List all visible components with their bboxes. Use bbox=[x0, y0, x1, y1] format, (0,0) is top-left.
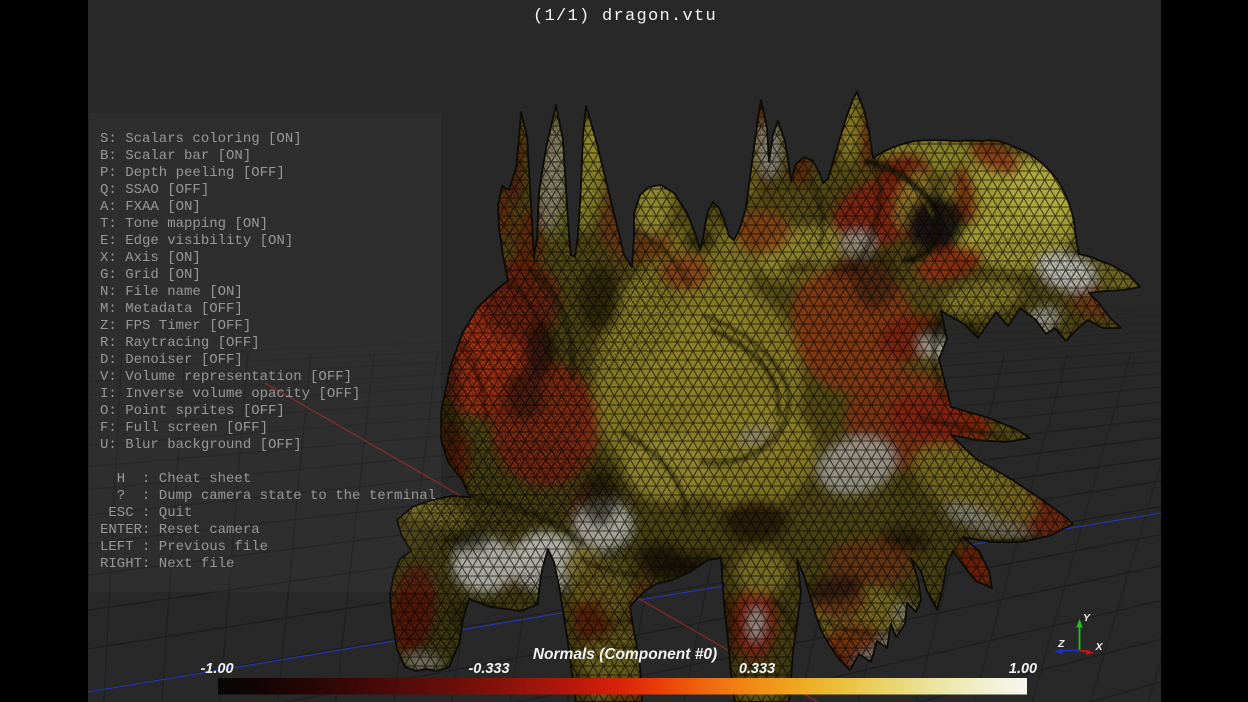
svg-text:RIGHT: Next file: RIGHT: Next file bbox=[100, 556, 234, 572]
svg-text:A: FXAA [ON]: A: FXAA [ON] bbox=[100, 199, 201, 215]
svg-text:T: Tone mapping [ON]: T: Tone mapping [ON] bbox=[100, 216, 268, 232]
svg-text:Z: Z bbox=[1057, 638, 1065, 650]
svg-text:Normals (Component #0): Normals (Component #0) bbox=[533, 646, 717, 663]
svg-text:S: Scalars coloring [ON]: S: Scalars coloring [ON] bbox=[100, 131, 302, 147]
svg-text:V: Volume representation [OFF]: V: Volume representation [OFF] bbox=[100, 369, 352, 385]
svg-text:B: Scalar bar [ON]: B: Scalar bar [ON] bbox=[100, 148, 251, 164]
svg-text:X: X bbox=[1095, 641, 1104, 653]
svg-text:I: Inverse volume opacity [OFF: I: Inverse volume opacity [OFF] bbox=[100, 386, 360, 402]
svg-text:ESC : Quit: ESC : Quit bbox=[100, 505, 192, 521]
svg-text:(1/1) dragon.vtu: (1/1) dragon.vtu bbox=[533, 7, 717, 26]
svg-text:R: Raytracing [OFF]: R: Raytracing [OFF] bbox=[100, 335, 260, 351]
svg-text:O: Point sprites [OFF]: O: Point sprites [OFF] bbox=[100, 403, 285, 419]
svg-text:-1.00: -1.00 bbox=[200, 661, 233, 677]
svg-text:N: File name [ON]: N: File name [ON] bbox=[100, 284, 243, 300]
svg-text:0.333: 0.333 bbox=[739, 661, 775, 677]
svg-text:G: Grid [ON]: G: Grid [ON] bbox=[100, 267, 201, 283]
svg-text:U: Blur background [OFF]: U: Blur background [OFF] bbox=[100, 437, 302, 453]
svg-text:D: Denoiser [OFF]: D: Denoiser [OFF] bbox=[100, 352, 243, 368]
svg-text:Q: SSAO [OFF]: Q: SSAO [OFF] bbox=[100, 182, 209, 198]
svg-text:F: Full screen [OFF]: F: Full screen [OFF] bbox=[100, 420, 268, 436]
svg-text:E: Edge visibility [ON]: E: Edge visibility [ON] bbox=[100, 233, 293, 249]
svg-text:Y: Y bbox=[1083, 612, 1091, 624]
svg-text:H : Cheat sheet: H : Cheat sheet bbox=[100, 471, 251, 487]
svg-text:1.00: 1.00 bbox=[1009, 661, 1037, 677]
svg-text:M: Metadata [OFF]: M: Metadata [OFF] bbox=[100, 301, 243, 317]
svg-text:X: Axis [ON]: X: Axis [ON] bbox=[100, 250, 201, 266]
svg-text:LEFT : Previous file: LEFT : Previous file bbox=[100, 539, 268, 555]
svg-text:Z: FPS Timer [OFF]: Z: FPS Timer [OFF] bbox=[100, 318, 251, 334]
svg-text:P: Depth peeling [OFF]: P: Depth peeling [OFF] bbox=[100, 165, 285, 181]
svg-text:ENTER: Reset camera: ENTER: Reset camera bbox=[100, 522, 260, 538]
svg-text:? : Dump camera state to the: ? : Dump camera state to the terminal bbox=[100, 488, 436, 504]
svg-text:-0.333: -0.333 bbox=[468, 661, 509, 677]
